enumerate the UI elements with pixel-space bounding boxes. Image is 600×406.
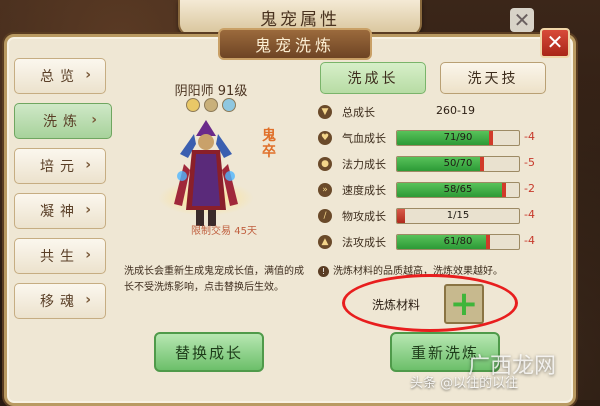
refine-description: 洗成长会重新生成鬼宠成长值，满值的成长不受洗炼影响，点击替换后生效。 [124, 266, 304, 293]
growth-icon: ▼ [318, 105, 332, 119]
stat-bar-text: 58/65 [443, 184, 473, 195]
material-label: 洗炼材料 [372, 298, 421, 312]
stat-bar: 71/90 [396, 130, 520, 146]
info-icon: ! [318, 266, 329, 277]
growth-stats: ▼ 总成长 260-19 ♥ 气血成长 71/90 -4 ● 法力成长 50/7… [318, 102, 554, 258]
nav-item-overview[interactable]: 总览 › [14, 58, 106, 94]
stat-bar: 61/80 [396, 234, 520, 250]
stat-row-mp: ● 法力成长 50/70 -5 [318, 154, 554, 180]
stat-value: 260-19 [436, 104, 475, 117]
fire-icon [186, 98, 200, 112]
nav-item-symbiosis[interactable]: 共生 › [14, 238, 106, 274]
chevron-right-icon: › [85, 157, 97, 173]
stat-delta: -5 [524, 156, 535, 169]
stat-row-physical-attack: / 物攻成长 1/15 -4 [318, 206, 554, 232]
nav-item-refine[interactable]: 洗炼 › [14, 103, 112, 139]
stat-row-magic-attack: ▲ 法攻成长 61/80 -4 [318, 232, 554, 258]
side-nav: 总览 › 洗炼 › 培元 › 凝神 › 共生 › 移魂 › [14, 58, 112, 328]
nav-item-label: 凝神 [40, 204, 80, 220]
nav-item-focus[interactable]: 凝神 › [14, 193, 106, 229]
stat-bar: 1/15 [396, 208, 520, 224]
tab-wash-growth[interactable]: 洗成长 [320, 62, 426, 94]
nav-item-label: 培元 [40, 159, 80, 175]
stat-bar: 58/65 [396, 182, 520, 198]
pet-name-level: 阴阳师 91级 [174, 84, 248, 99]
stat-delta: -4 [524, 208, 535, 221]
panel-title: 鬼宠洗炼 [218, 28, 372, 60]
stat-row-total: ▼ 总成长 260-19 [318, 102, 554, 128]
chevron-right-icon: › [85, 247, 97, 263]
plus-icon: + [449, 284, 479, 324]
stat-label: 物攻成长 [342, 210, 386, 223]
stat-label: 总成长 [342, 106, 375, 119]
pet-character-sprite [174, 120, 238, 226]
stat-row-hp: ♥ 气血成长 71/90 -4 [318, 128, 554, 154]
chevron-right-icon: › [91, 112, 103, 128]
speed-icon: » [318, 183, 332, 197]
nav-item-cultivate[interactable]: 培元 › [14, 148, 106, 184]
stat-bar-text: 71/90 [443, 132, 473, 143]
sword-icon: / [318, 209, 332, 223]
earth-icon [204, 98, 218, 112]
stat-row-speed: » 速度成长 58/65 -2 [318, 180, 554, 206]
window-close-button[interactable]: ✕ [510, 8, 534, 32]
water-icon [222, 98, 236, 112]
trade-limit-text: 限制交易 45天 [191, 226, 257, 237]
stat-bar-text: 50/70 [443, 158, 473, 169]
stat-bar: 50/70 [396, 156, 520, 172]
chevron-right-icon: › [85, 67, 97, 83]
stat-delta: -4 [524, 234, 535, 247]
stat-bar-text: 1/15 [446, 210, 470, 221]
nav-item-soul-transfer[interactable]: 移魂 › [14, 283, 106, 319]
stat-bar-text: 61/80 [443, 236, 473, 247]
magic-icon: ▲ [318, 235, 332, 249]
stat-delta: -4 [524, 130, 535, 143]
heart-icon: ♥ [318, 131, 332, 145]
drop-icon: ● [318, 157, 332, 171]
stat-label: 法力成长 [342, 158, 386, 171]
element-icons [186, 98, 236, 112]
stat-label: 法攻成长 [342, 236, 386, 249]
chevron-right-icon: › [85, 292, 97, 308]
nav-item-label: 总览 [40, 69, 80, 85]
watermark-text: 头条 @以往的以往 [410, 376, 519, 391]
nav-item-label: 共生 [40, 249, 80, 265]
stat-delta: -2 [524, 182, 535, 195]
stat-label: 气血成长 [342, 132, 386, 145]
nav-item-label: 移魂 [40, 294, 80, 310]
stat-label: 速度成长 [342, 184, 386, 197]
add-material-button[interactable]: + [444, 284, 484, 324]
panel-close-button[interactable]: ✕ [540, 28, 570, 58]
chevron-right-icon: › [85, 202, 97, 218]
replace-growth-button[interactable]: 替换成长 [154, 332, 264, 372]
pet-type-label: 鬼卒 [262, 128, 276, 160]
pet-display: 阴阳师 91级 鬼卒 限制交易 45天 [118, 70, 298, 250]
tab-wash-skill[interactable]: 洗天技 [440, 62, 546, 94]
highlight-ring [342, 274, 518, 332]
nav-item-label: 洗炼 [43, 114, 83, 130]
